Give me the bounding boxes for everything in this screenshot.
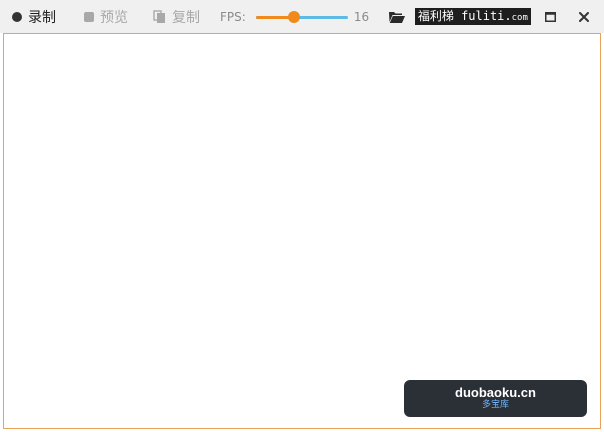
copy-button[interactable]: 复制: [153, 0, 200, 33]
close-icon: [579, 11, 589, 22]
watermark-tld: com: [511, 13, 528, 23]
copy-icon: [153, 10, 165, 23]
maximize-button[interactable]: [533, 0, 567, 33]
preview-label: 预览: [100, 9, 128, 26]
fps-slider[interactable]: [255, 10, 348, 24]
record-icon: [12, 11, 22, 22]
toolbar: 录制 预览 复制 FPS: 16 福利梯 fuliti.com: [0, 0, 604, 33]
screen-recorder-window: 录制 预览 复制 FPS: 16 福利梯 fuliti.com duobaoku…: [0, 0, 604, 432]
folder-open-icon: [388, 11, 405, 23]
stop-square-icon: [84, 11, 94, 22]
fps-label: FPS:: [220, 9, 246, 24]
copy-label: 复制: [172, 9, 200, 26]
watermark-cjk: 福利梯: [417, 9, 454, 23]
badge-sub-text: 多宝库: [481, 400, 509, 410]
maximize-icon: [544, 11, 556, 22]
capture-area[interactable]: [3, 33, 601, 429]
preview-button[interactable]: 预览: [84, 0, 128, 33]
watermark-badge: duobaoku.cn 多宝库: [404, 380, 587, 417]
open-folder-button[interactable]: [388, 10, 406, 24]
watermark-logo: 福利梯 fuliti.com: [414, 8, 531, 25]
record-label: 录制: [28, 9, 56, 26]
watermark-domain: fuliti.: [461, 9, 512, 23]
fps-value: 16: [353, 9, 370, 24]
close-button[interactable]: [567, 0, 601, 33]
fps-slider-thumb[interactable]: [288, 10, 301, 23]
record-button[interactable]: 录制: [12, 0, 56, 33]
badge-main-text: duobaoku.cn: [455, 385, 536, 400]
